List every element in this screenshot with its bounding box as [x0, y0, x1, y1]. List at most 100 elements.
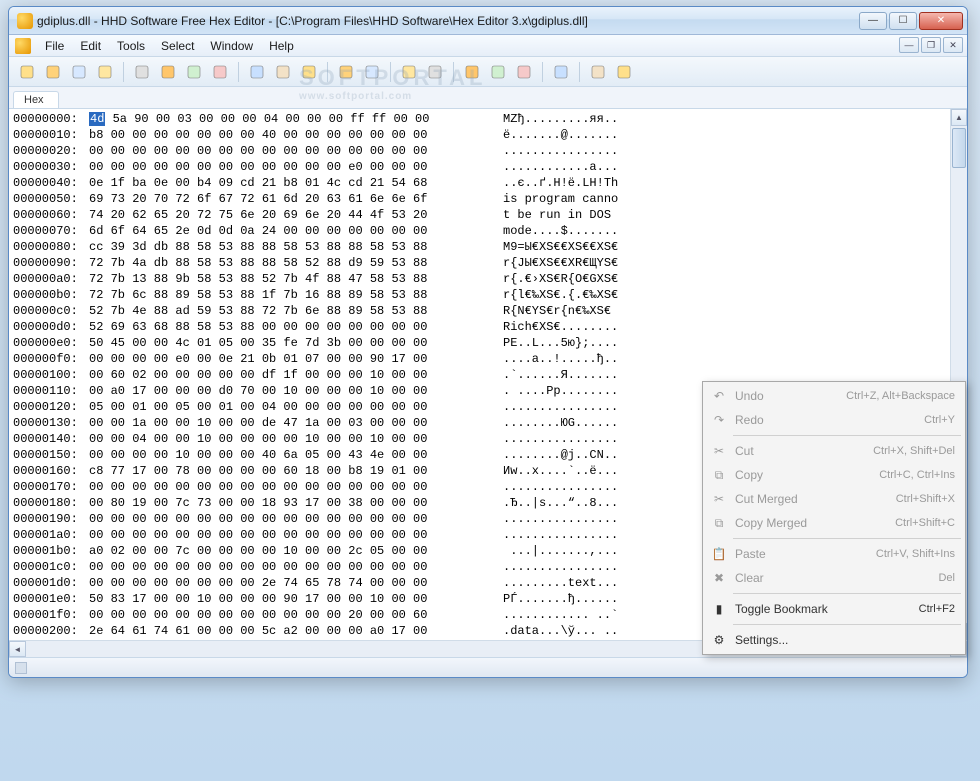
hex-ascii[interactable]: ........@j..CN.. — [469, 447, 618, 463]
hex-row[interactable]: 00000060:74 20 62 65 20 72 75 6e 20 69 6… — [13, 207, 946, 223]
hex-bytes[interactable]: 00 00 00 00 00 00 00 00 2e 74 65 78 74 0… — [89, 575, 469, 591]
context-menu-settings[interactable]: ⚙Settings... — [705, 628, 963, 652]
hex-ascii[interactable]: . ....Рp........ — [469, 383, 618, 399]
hex-ascii[interactable]: М9=Ы€XS€€XS€€XS€ — [469, 239, 618, 255]
hex-ascii[interactable]: ................ — [469, 479, 618, 495]
hex-row[interactable]: 000000c0:52 7b 4e 88 ad 59 53 88 72 7b 6… — [13, 303, 946, 319]
hex-ascii[interactable]: ё.......@....... — [469, 127, 618, 143]
hex-ascii[interactable]: PЃ.......ђ...... — [469, 591, 618, 607]
mdi-restore-button[interactable]: ❐ — [921, 37, 941, 53]
hex-bytes[interactable]: 72 7b 6c 88 89 58 53 88 1f 7b 16 88 89 5… — [89, 287, 469, 303]
hex-row[interactable]: 00000050:69 73 20 70 72 6f 67 72 61 6d 2… — [13, 191, 946, 207]
hex-ascii[interactable]: ................ — [469, 143, 618, 159]
hex-bytes[interactable]: 00 00 04 00 00 10 00 00 00 00 10 00 00 1… — [89, 431, 469, 447]
hex-ascii[interactable]: ...|.......,... — [469, 543, 618, 559]
settings-icon[interactable] — [586, 60, 610, 84]
hex-bytes[interactable]: 00 00 00 00 00 00 00 00 00 00 00 00 e0 0… — [89, 159, 469, 175]
context-menu-toggle-bookmark[interactable]: ▮Toggle BookmarkCtrl+F2 — [705, 597, 963, 621]
hex-ascii[interactable]: ................ — [469, 527, 618, 543]
hex-bytes[interactable]: 6d 6f 64 65 2e 0d 0d 0a 24 00 00 00 00 0… — [89, 223, 469, 239]
goto-icon[interactable] — [423, 60, 447, 84]
hex-ascii[interactable]: .`......Я....... — [469, 367, 618, 383]
hex-bytes[interactable]: a0 02 00 00 7c 00 00 00 00 10 00 00 2c 0… — [89, 543, 469, 559]
hex-ascii[interactable]: ..є..ґ.Н!ё.LН!Th — [469, 175, 618, 191]
hex-row[interactable]: 00000090:72 7b 4a db 88 58 53 88 88 58 5… — [13, 255, 946, 271]
hex-bytes[interactable]: 00 00 00 00 e0 00 0e 21 0b 01 07 00 00 9… — [89, 351, 469, 367]
hex-bytes[interactable]: 00 a0 17 00 00 00 d0 70 00 10 00 00 00 1… — [89, 383, 469, 399]
hex-ascii[interactable]: Иw..x....`..ё... — [469, 463, 618, 479]
hex-ascii[interactable]: ................ — [469, 431, 618, 447]
replace-icon[interactable] — [297, 60, 321, 84]
help-icon[interactable] — [612, 60, 636, 84]
copy-icon[interactable] — [182, 60, 206, 84]
hex-bytes[interactable]: 0e 1f ba 0e 00 b4 09 cd 21 b8 01 4c cd 2… — [89, 175, 469, 191]
hex-ascii[interactable]: ....а..!.....ђ.. — [469, 351, 618, 367]
hex-ascii[interactable]: mode....$....... — [469, 223, 618, 239]
hex-bytes[interactable]: 4d 5a 90 00 03 00 00 00 04 00 00 00 ff f… — [89, 111, 469, 127]
menu-help[interactable]: Help — [261, 37, 302, 55]
context-menu[interactable]: ↶UndoCtrl+Z, Alt+Backspace↷RedoCtrl+Y✂Cu… — [702, 381, 966, 655]
hex-ascii[interactable]: is program canno — [469, 191, 618, 207]
menu-window[interactable]: Window — [202, 37, 261, 55]
properties-icon[interactable] — [130, 60, 154, 84]
hex-ascii[interactable]: Rich€XS€........ — [469, 319, 618, 335]
hex-ascii[interactable]: .........text... — [469, 575, 618, 591]
menu-tools[interactable]: Tools — [109, 37, 153, 55]
paste-icon[interactable] — [208, 60, 232, 84]
selected-byte[interactable]: 4d — [89, 112, 105, 126]
hex-ascii[interactable]: R{N€­YS€r{n€‰XS€ — [469, 303, 611, 319]
hex-bytes[interactable]: 52 69 63 68 88 58 53 88 00 00 00 00 00 0… — [89, 319, 469, 335]
hex-bytes[interactable]: 00 00 00 00 00 00 00 00 00 00 00 00 00 0… — [89, 511, 469, 527]
hex-bytes[interactable]: b8 00 00 00 00 00 00 00 40 00 00 00 00 0… — [89, 127, 469, 143]
hex-bytes[interactable]: 72 7b 13 88 9b 58 53 88 52 7b 4f 88 47 5… — [89, 271, 469, 287]
hex-bytes[interactable]: 00 90 00 00 00 a0 17 00 00 00 00 00 00 0… — [89, 639, 469, 640]
bookmark-list-icon[interactable] — [512, 60, 536, 84]
hex-ascii[interactable]: .Ђ..|s...“..8... — [469, 495, 618, 511]
minimize-button[interactable]: — — [859, 12, 887, 30]
hex-ascii[interactable]: .ђ... .......... — [469, 639, 618, 640]
hex-row[interactable]: 00000020:00 00 00 00 00 00 00 00 00 00 0… — [13, 143, 946, 159]
bookmark-toggle-icon[interactable] — [460, 60, 484, 84]
hex-row[interactable]: 000000d0:52 69 63 68 88 58 53 88 00 00 0… — [13, 319, 946, 335]
hex-bytes[interactable]: 69 73 20 70 72 6f 67 72 61 6d 20 63 61 6… — [89, 191, 469, 207]
scroll-up-arrow[interactable]: ▲ — [951, 109, 967, 126]
hex-bytes[interactable]: 2e 64 61 74 61 00 00 00 5c a2 00 00 00 a… — [89, 623, 469, 639]
hex-bytes[interactable]: 50 83 17 00 00 10 00 00 00 90 17 00 00 1… — [89, 591, 469, 607]
hex-bytes[interactable]: 50 45 00 00 4c 01 05 00 35 fe 7d 3b 00 0… — [89, 335, 469, 351]
undo-icon[interactable] — [334, 60, 358, 84]
hex-ascii[interactable]: ................ — [469, 399, 618, 415]
compare-icon[interactable] — [549, 60, 573, 84]
hex-ascii[interactable]: ............а... — [469, 159, 618, 175]
hex-ascii[interactable]: r{.€›XS€R{O€GXS€ — [469, 271, 618, 287]
scroll-left-arrow[interactable]: ◄ — [9, 641, 26, 657]
hex-row[interactable]: 000000a0:72 7b 13 88 9b 58 53 88 52 7b 4… — [13, 271, 946, 287]
hex-row[interactable]: 00000030:00 00 00 00 00 00 00 00 00 00 0… — [13, 159, 946, 175]
bookmark-clear-icon[interactable] — [486, 60, 510, 84]
hex-row[interactable]: 00000080:cc 39 3d db 88 58 53 88 88 58 5… — [13, 239, 946, 255]
hex-bytes[interactable]: 00 00 00 00 00 00 00 00 00 00 00 00 00 0… — [89, 527, 469, 543]
hex-ascii[interactable]: MZђ.........яя.. — [469, 111, 618, 127]
scroll-thumb[interactable] — [952, 128, 966, 168]
hex-ascii[interactable]: ................ — [469, 511, 618, 527]
hex-bytes[interactable]: 00 60 02 00 00 00 00 00 df 1f 00 00 00 1… — [89, 367, 469, 383]
find-next-icon[interactable] — [271, 60, 295, 84]
hex-bytes[interactable]: 00 00 00 00 10 00 00 00 40 6a 05 00 43 4… — [89, 447, 469, 463]
new-file-icon[interactable] — [15, 60, 39, 84]
hex-bytes[interactable]: 52 7b 4e 88 ad 59 53 88 72 7b 6e 88 89 5… — [89, 303, 469, 319]
hex-bytes[interactable]: 00 00 00 00 00 00 00 00 00 00 00 00 00 0… — [89, 479, 469, 495]
tab-hex[interactable]: Hex — [13, 91, 59, 108]
hex-row[interactable]: 000000e0:50 45 00 00 4c 01 05 00 35 fe 7… — [13, 335, 946, 351]
hex-bytes[interactable]: cc 39 3d db 88 58 53 88 88 58 53 88 88 5… — [89, 239, 469, 255]
hex-row[interactable]: 00000040:0e 1f ba 0e 00 b4 09 cd 21 b8 0… — [13, 175, 946, 191]
hex-ascii[interactable]: ............ ..` — [469, 607, 618, 623]
menu-edit[interactable]: Edit — [72, 37, 109, 55]
open-folder-icon[interactable] — [93, 60, 117, 84]
hex-row[interactable]: 00000010:b8 00 00 00 00 00 00 00 40 00 0… — [13, 127, 946, 143]
hex-bytes[interactable]: 05 00 01 00 05 00 01 00 04 00 00 00 00 0… — [89, 399, 469, 415]
redo-icon[interactable] — [360, 60, 384, 84]
close-button[interactable]: ✕ — [919, 12, 963, 30]
save-icon[interactable] — [67, 60, 91, 84]
hex-bytes[interactable]: 00 00 1a 00 00 10 00 00 de 47 1a 00 03 0… — [89, 415, 469, 431]
mdi-minimize-button[interactable]: — — [899, 37, 919, 53]
select-all-icon[interactable] — [397, 60, 421, 84]
